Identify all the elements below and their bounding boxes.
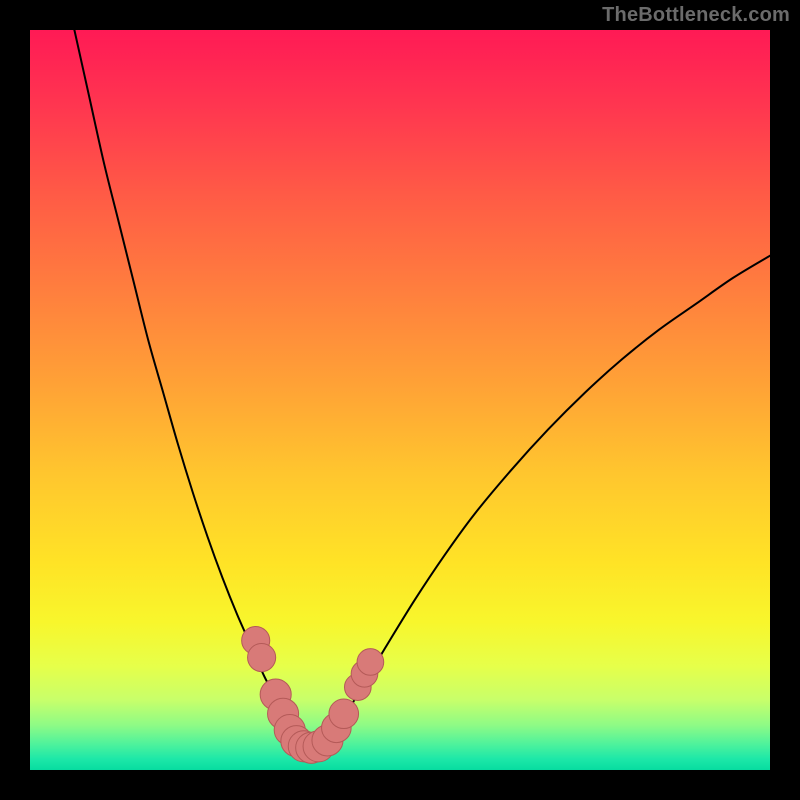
plot-svg [30, 30, 770, 770]
plot-area [30, 30, 770, 770]
watermark-text: TheBottleneck.com [602, 4, 790, 27]
marker-left-upper-pair-b [248, 643, 276, 671]
chart-stage: TheBottleneck.com [0, 0, 800, 800]
marker-right-lower-b [329, 699, 359, 729]
gradient-background [30, 30, 770, 770]
marker-right-upper-c [357, 649, 384, 676]
